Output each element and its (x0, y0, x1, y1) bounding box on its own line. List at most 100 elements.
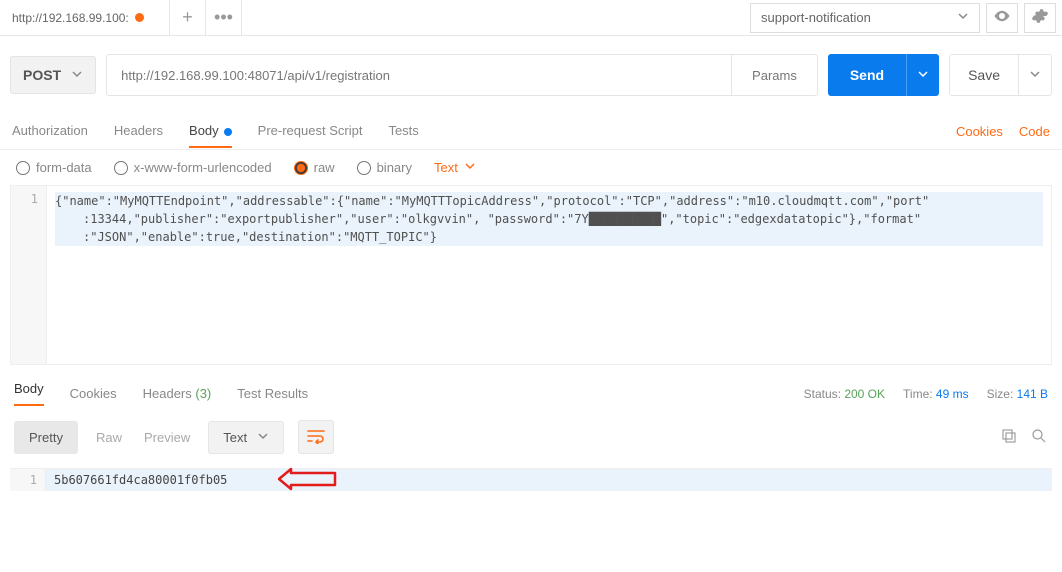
stat-label: Size: (987, 387, 1014, 401)
size-value: 141 B (1017, 387, 1048, 401)
wrap-lines-button[interactable] (298, 420, 334, 454)
annotation-arrow-icon (277, 467, 337, 494)
tab-prerequest[interactable]: Pre-request Script (258, 115, 363, 148)
radio-input[interactable] (357, 161, 371, 175)
unsaved-dot-icon (135, 13, 144, 22)
url-text: http://192.168.99.100:48071/api/v1/regis… (121, 68, 390, 83)
radio-xwww[interactable]: x-www-form-urlencoded (114, 160, 272, 175)
code-line: :"JSON","enable":true,"destination":"MQT… (83, 230, 437, 244)
send-label: Send (850, 67, 884, 83)
settings-button[interactable] (1024, 3, 1056, 33)
radio-label: x-www-form-urlencoded (134, 160, 272, 175)
tab-menu-button[interactable]: ••• (206, 0, 242, 35)
pretty-button[interactable]: Pretty (14, 421, 78, 454)
time-value: 49 ms (936, 387, 969, 401)
save-button[interactable]: Save (950, 55, 1018, 95)
code-line: {"name":"MyMQTTEndpoint","addressable":{… (55, 194, 929, 208)
response-gutter: 1 (10, 469, 46, 491)
copy-button[interactable] (1000, 427, 1018, 448)
cookies-link[interactable]: Cookies (956, 124, 1003, 139)
method-select[interactable]: POST (10, 56, 96, 94)
response-text: 5b607661fd4ca80001f0fb05 (54, 473, 227, 487)
tab-label: Pre-request Script (258, 123, 363, 138)
top-tab-bar: http://192.168.99.100: + ••• support-not… (0, 0, 1062, 36)
eye-icon (993, 7, 1011, 28)
tab-label: http://192.168.99.100: (12, 11, 129, 25)
format-label: Text (223, 430, 247, 445)
chevron-down-icon (257, 430, 269, 445)
request-body-editor[interactable]: 1 {"name":"MyMQTTEndpoint","addressable"… (10, 185, 1052, 365)
params-button[interactable]: Params (731, 55, 817, 95)
radio-form-data[interactable]: form-data (16, 160, 92, 175)
gear-icon (1031, 7, 1049, 28)
tab-body[interactable]: Body (189, 115, 232, 148)
editor-gutter: 1 (11, 186, 47, 364)
radio-raw[interactable]: raw (294, 160, 335, 175)
request-tabs: Authorization Headers Body Pre-request S… (0, 114, 1062, 150)
headers-count: (3) (195, 386, 211, 401)
tab-label: Body (14, 381, 44, 396)
resp-tab-tests[interactable]: Test Results (237, 386, 308, 401)
environment-select[interactable]: support-notification (750, 3, 980, 33)
status-stat: Status: 200 OK (804, 387, 885, 401)
search-button[interactable] (1030, 427, 1048, 448)
environment-view-button[interactable] (986, 3, 1018, 33)
params-label: Params (752, 68, 797, 83)
chevron-down-icon (917, 68, 929, 83)
radio-label: raw (314, 160, 335, 175)
tab-label: Tests (388, 123, 418, 138)
chevron-down-icon (464, 160, 476, 175)
line-number: 1 (31, 192, 38, 206)
resp-tab-cookies[interactable]: Cookies (70, 386, 117, 401)
editor-content[interactable]: {"name":"MyMQTTEndpoint","addressable":{… (47, 186, 1051, 364)
send-dropdown-button[interactable] (906, 54, 939, 96)
btn-label: Pretty (29, 430, 63, 445)
code-link[interactable]: Code (1019, 124, 1050, 139)
response-stats: Status: 200 OK Time: 49 ms Size: 141 B (804, 387, 1048, 401)
response-tabs: Body Cookies Headers (3) Test Results St… (0, 365, 1062, 406)
url-input[interactable]: http://192.168.99.100:48071/api/v1/regis… (106, 54, 818, 96)
tab-label: Body (189, 123, 219, 138)
radio-input[interactable] (294, 161, 308, 175)
save-dropdown-button[interactable] (1018, 55, 1051, 95)
tab-headers[interactable]: Headers (114, 115, 163, 148)
btn-label: Raw (96, 430, 122, 445)
chevron-down-icon (71, 67, 83, 83)
tab-tests[interactable]: Tests (388, 115, 418, 148)
tab-authorization[interactable]: Authorization (12, 115, 88, 148)
size-stat: Size: 141 B (987, 387, 1048, 401)
radio-binary[interactable]: binary (357, 160, 412, 175)
radio-label: form-data (36, 160, 92, 175)
line-number: 1 (30, 473, 37, 487)
time-stat: Time: 49 ms (903, 387, 969, 401)
request-bar: POST http://192.168.99.100:48071/api/v1/… (0, 36, 1062, 114)
content-type-label: Text (434, 160, 458, 175)
tab-label: Cookies (70, 386, 117, 401)
resp-tab-headers[interactable]: Headers (3) (143, 386, 212, 401)
preview-button[interactable]: Preview (140, 422, 194, 453)
tab-label: Test Results (237, 386, 308, 401)
radio-input[interactable] (16, 161, 30, 175)
radio-input[interactable] (114, 161, 128, 175)
content-type-select[interactable]: Text (434, 160, 476, 175)
save-label: Save (968, 67, 1000, 83)
body-type-row: form-data x-www-form-urlencoded raw bina… (0, 150, 1062, 185)
response-format-select[interactable]: Text (208, 421, 283, 454)
radio-label: binary (377, 160, 412, 175)
wrap-icon (306, 428, 326, 447)
new-tab-button[interactable]: + (170, 0, 206, 35)
resp-tab-body[interactable]: Body (14, 381, 44, 406)
stat-label: Status: (804, 387, 841, 401)
method-label: POST (23, 67, 61, 83)
raw-button[interactable]: Raw (92, 422, 126, 453)
tab-label: Headers (114, 123, 163, 138)
status-value: 200 OK (844, 387, 885, 401)
response-view-controls: Pretty Raw Preview Text (0, 406, 1062, 468)
response-content[interactable]: 5b607661fd4ca80001f0fb05 (46, 469, 1052, 491)
search-icon (1030, 433, 1048, 448)
copy-icon (1000, 433, 1018, 448)
send-button[interactable]: Send (828, 54, 906, 96)
btn-label: Preview (144, 430, 190, 445)
environment-label: support-notification (761, 10, 871, 25)
request-tab[interactable]: http://192.168.99.100: (0, 0, 170, 35)
